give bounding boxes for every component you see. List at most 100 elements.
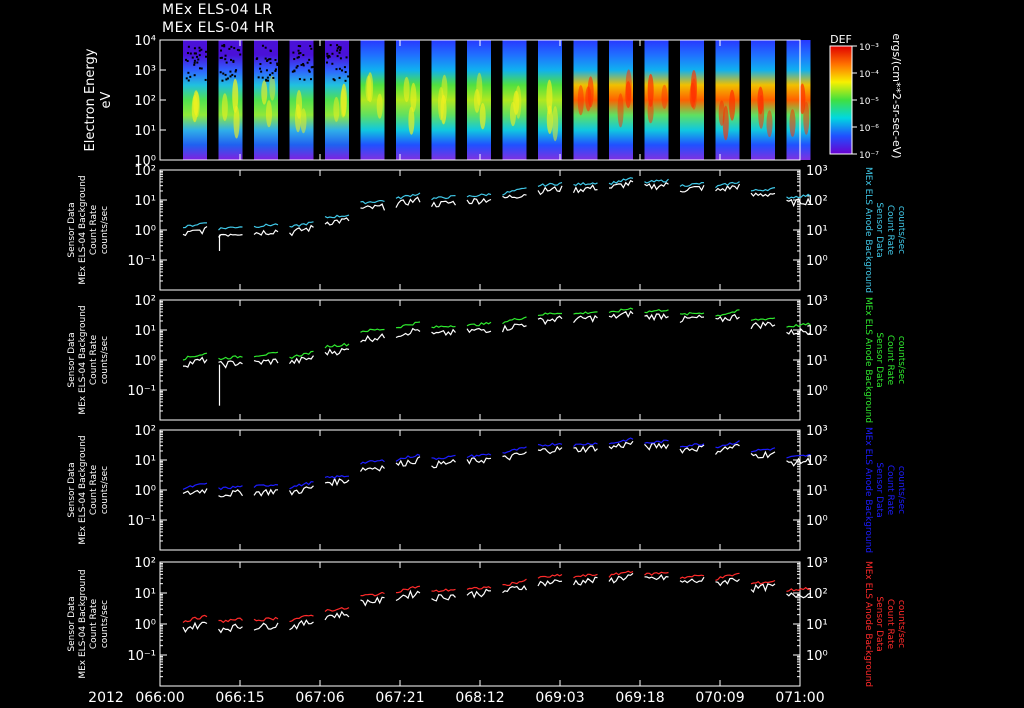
spectrogram-dropout — [260, 70, 263, 73]
y-tick-label: 10² — [134, 94, 156, 109]
trace-segment — [324, 607, 350, 612]
trace-segment — [359, 464, 385, 472]
spectrogram-dropout — [276, 62, 279, 65]
left-axis-label: Count Rate — [89, 464, 99, 515]
figure-canvas: 10⁴ 10³ 10² 10¹ 10⁰ Electron Energy eV DEF 10⁻³ 1… — [67, 33, 906, 706]
spectrogram-dropout — [310, 78, 313, 81]
left-axis-label: Count Rate — [89, 204, 99, 255]
trace-segment — [573, 311, 598, 315]
trace-segment — [537, 182, 563, 188]
spectrogram-interval — [680, 40, 704, 160]
trace-segment — [750, 447, 776, 453]
trace-segment — [466, 197, 492, 205]
spectrogram-interval — [289, 40, 314, 160]
y2-tick-label: 10³ — [806, 294, 828, 309]
y-tick-label: 10⁰ — [134, 354, 156, 369]
trace-segment — [324, 214, 350, 219]
trace-segment — [431, 594, 456, 602]
y-tick-label: 10⁻¹ — [127, 514, 156, 529]
spectrogram-dropout — [268, 73, 271, 76]
trace-segment — [572, 184, 598, 194]
spectrogram-dropout — [268, 58, 271, 61]
spectrogram-feature — [757, 86, 764, 115]
left-axis-label: counts/sec — [100, 206, 110, 254]
trace-segment — [573, 445, 598, 453]
spectrogram-dropout — [205, 55, 208, 58]
spectrogram-dropout — [187, 79, 190, 82]
y-tick-label: 10⁰ — [134, 618, 156, 633]
spectrogram-dropout — [193, 59, 196, 62]
trace-segment — [289, 224, 314, 237]
spectrogram-dropout — [205, 50, 208, 53]
right-axis-label: MEx ELS Anode Background — [863, 427, 873, 553]
spectrogram-dropout — [326, 52, 329, 55]
trace-segment — [644, 313, 669, 322]
x-tick-label: 066:00 — [135, 690, 184, 706]
trace-segment — [431, 454, 456, 461]
trace-segment — [644, 309, 669, 314]
spectrogram-interval — [467, 40, 491, 160]
trace-segment — [502, 446, 527, 454]
spectrogram-dropout — [257, 76, 260, 79]
spectrogram-dropout — [259, 67, 262, 70]
spectrogram-feature — [269, 75, 276, 101]
spectrogram-dropout — [232, 60, 235, 63]
y-tick-label: 10⁻¹ — [127, 254, 156, 269]
trace-segment — [679, 184, 705, 193]
y2-tick-label: 10⁰ — [806, 384, 828, 399]
trace-segment — [573, 314, 598, 323]
y2-tick-label: 10⁰ — [806, 254, 828, 269]
spectrogram-interval — [644, 40, 669, 160]
trace-segment — [715, 443, 740, 455]
trace-segment — [431, 328, 456, 336]
trace-segment — [750, 579, 776, 585]
spectrogram-feature — [577, 85, 584, 116]
left-axis-label: Count Rate — [89, 334, 99, 385]
right-axis-label: MEx ELS Anode Background — [863, 167, 873, 293]
panel-frame — [159, 561, 801, 687]
trace-segment — [253, 229, 279, 236]
spectrogram-dropout — [233, 47, 236, 50]
trace-segment — [715, 572, 740, 581]
spectrogram-dropout — [297, 56, 300, 59]
left-axis-label: Sensor Data — [67, 596, 77, 651]
line-panel-1: 10²10¹10⁰10⁻¹10³10²10¹10⁰Sensor Data MEx … — [67, 164, 906, 293]
spectrogram-dropout — [185, 77, 188, 80]
spectrogram-dropout — [224, 58, 227, 61]
colorbar-tick-label: 10⁻⁵ — [859, 97, 879, 107]
spectrogram-feature — [479, 102, 486, 130]
spectrogram-dropout — [271, 72, 274, 75]
trace-segment — [182, 614, 208, 623]
left-axis-label: MEx ELS-04 Background — [78, 435, 88, 544]
right-axis-label: Sensor Data — [874, 332, 884, 387]
trace-segment — [360, 203, 386, 211]
trace-segment — [466, 327, 492, 334]
trace-segment — [253, 223, 279, 229]
trace-segment — [253, 358, 279, 366]
spectrogram-feature — [625, 81, 632, 109]
y-axis-unit: eV — [99, 91, 114, 108]
trace-segment — [679, 181, 705, 187]
spectrogram-feature — [376, 93, 383, 119]
spectrogram-dropout — [197, 58, 200, 61]
spectrogram-dropout — [298, 52, 301, 55]
trace-segment — [501, 323, 527, 333]
trace-segment — [431, 458, 456, 469]
spectrogram-interval — [360, 40, 385, 160]
trace-segment — [502, 578, 527, 586]
spectrogram-dropout — [298, 78, 301, 81]
right-axis-label: counts/sec — [896, 336, 906, 384]
trace-segment — [573, 182, 598, 187]
right-axis-label: Count Rate — [885, 599, 895, 650]
trace-segment — [644, 571, 669, 576]
trace-segment — [324, 475, 350, 479]
spectrogram-dropout — [336, 55, 339, 58]
spectrogram-feature — [191, 94, 198, 123]
trace-segment — [608, 307, 634, 314]
y2-tick-label: 10² — [806, 324, 828, 339]
spectrogram-dropout — [220, 49, 223, 52]
trace-segment — [466, 453, 492, 459]
trace-segment — [253, 616, 279, 622]
trace-segment — [182, 222, 208, 229]
spectrogram-dropout — [204, 78, 207, 81]
